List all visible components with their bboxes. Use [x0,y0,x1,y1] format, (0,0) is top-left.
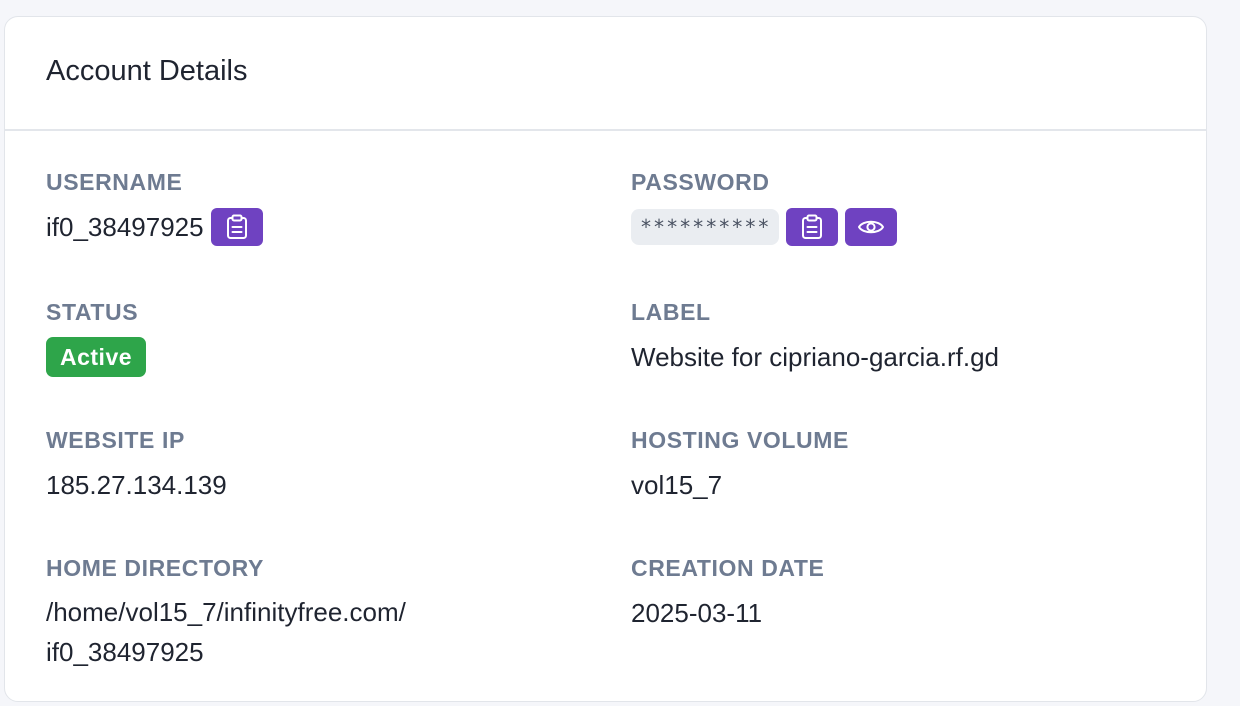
home-directory-field: HOME DIRECTORY /home/vol15_7/infinityfre… [46,554,486,672]
status-label: STATUS [46,299,139,325]
clipboard-icon [226,214,247,239]
hosting-volume-label: HOSTING VOLUME [631,427,849,453]
username-value: if0_38497925 [46,211,204,242]
card-header: Account Details [5,17,1206,131]
hosting-volume-value-row: vol15_7 [631,465,849,505]
website-ip-field: WEBSITE IP 185.27.134.139 [46,426,227,505]
label-value-row: Website for cipriano-garcia.rf.gd [631,337,999,377]
creation-date-field: CREATION DATE 2025-03-11 [631,554,825,633]
password-label: PASSWORD [631,169,770,195]
status-badge: Active [46,337,147,377]
clipboard-icon [802,214,822,239]
home-directory-value: /home/vol15_7/infinityfree.com/ if0_3849… [46,592,486,672]
home-directory-line-1: /home/vol15_7/infinityfree.com/ [46,597,406,627]
home-directory-line-2: if0_38497925 [46,637,204,667]
status-field: STATUS Active [46,298,147,377]
creation-date-label: CREATION DATE [631,555,825,581]
website-ip-value: 185.27.134.139 [46,469,227,500]
label-value: Website for cipriano-garcia.rf.gd [631,341,1000,372]
password-value: ********** [631,209,779,245]
password-field: PASSWORD ********** [631,168,897,247]
account-details-card: Account Details USERNAME if0_38497925 PA… [4,16,1207,702]
creation-date-value: 2025-03-11 [631,597,763,628]
creation-date-value-row: 2025-03-11 [631,593,825,633]
username-value-row: if0_38497925 [46,207,263,247]
eye-icon [858,220,884,234]
label-label: LABEL [631,299,711,325]
copy-username-button[interactable] [210,208,263,246]
password-value-row: ********** [631,207,897,247]
hosting-volume-field: HOSTING VOLUME vol15_7 [631,426,849,505]
label-field: LABEL Website for cipriano-garcia.rf.gd [631,298,999,377]
username-field: USERNAME if0_38497925 [46,168,263,247]
hosting-volume-value: vol15_7 [631,469,723,500]
website-ip-value-row: 185.27.134.139 [46,465,227,505]
reveal-password-button[interactable] [845,208,897,246]
card-title: Account Details [46,55,248,87]
home-directory-label: HOME DIRECTORY [46,555,264,581]
website-ip-label: WEBSITE IP [46,427,185,453]
copy-password-button[interactable] [786,208,838,246]
username-label: USERNAME [46,169,183,195]
